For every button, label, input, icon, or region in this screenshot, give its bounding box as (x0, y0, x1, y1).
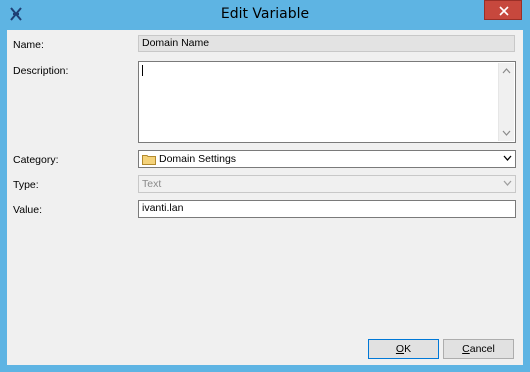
type-value: Text (142, 178, 162, 190)
close-button[interactable] (484, 0, 522, 20)
window-title: Edit Variable (220, 6, 310, 22)
description-scrollbar[interactable] (498, 63, 514, 141)
chevron-up-icon (502, 68, 511, 74)
edit-variable-dialog: Edit Variable Name: Domain Name Descript… (0, 0, 530, 372)
description-textarea[interactable] (138, 61, 516, 143)
description-label: Description: (13, 65, 69, 77)
type-select: Text (138, 175, 516, 193)
scroll-down-button[interactable] (499, 126, 514, 141)
dialog-body: Name: Domain Name Description: Category:… (7, 30, 523, 365)
folder-icon (142, 154, 156, 165)
cancel-label-rest: ancel (469, 343, 495, 355)
name-field: Domain Name (138, 35, 515, 52)
category-label: Category: (13, 154, 59, 166)
value-label: Value: (13, 204, 42, 216)
category-value: Domain Settings (159, 153, 237, 165)
type-label: Type: (13, 179, 39, 191)
category-select[interactable]: Domain Settings (138, 150, 516, 168)
cancel-button[interactable]: Cancel (443, 339, 514, 359)
ok-mnemonic: O (395, 343, 405, 355)
name-label: Name: (13, 39, 44, 51)
title-bar[interactable]: Edit Variable (0, 0, 530, 30)
chevron-down-icon (503, 180, 512, 186)
chevron-down-icon (502, 130, 511, 136)
value-input[interactable]: ivanti.lan (138, 200, 516, 218)
cancel-mnemonic: C (462, 343, 470, 355)
close-icon (499, 6, 509, 16)
ok-label-rest: K (404, 343, 412, 355)
chevron-down-icon (503, 155, 512, 161)
text-caret (142, 65, 143, 76)
ok-button[interactable]: OK (368, 339, 439, 359)
scroll-up-button[interactable] (499, 63, 514, 78)
